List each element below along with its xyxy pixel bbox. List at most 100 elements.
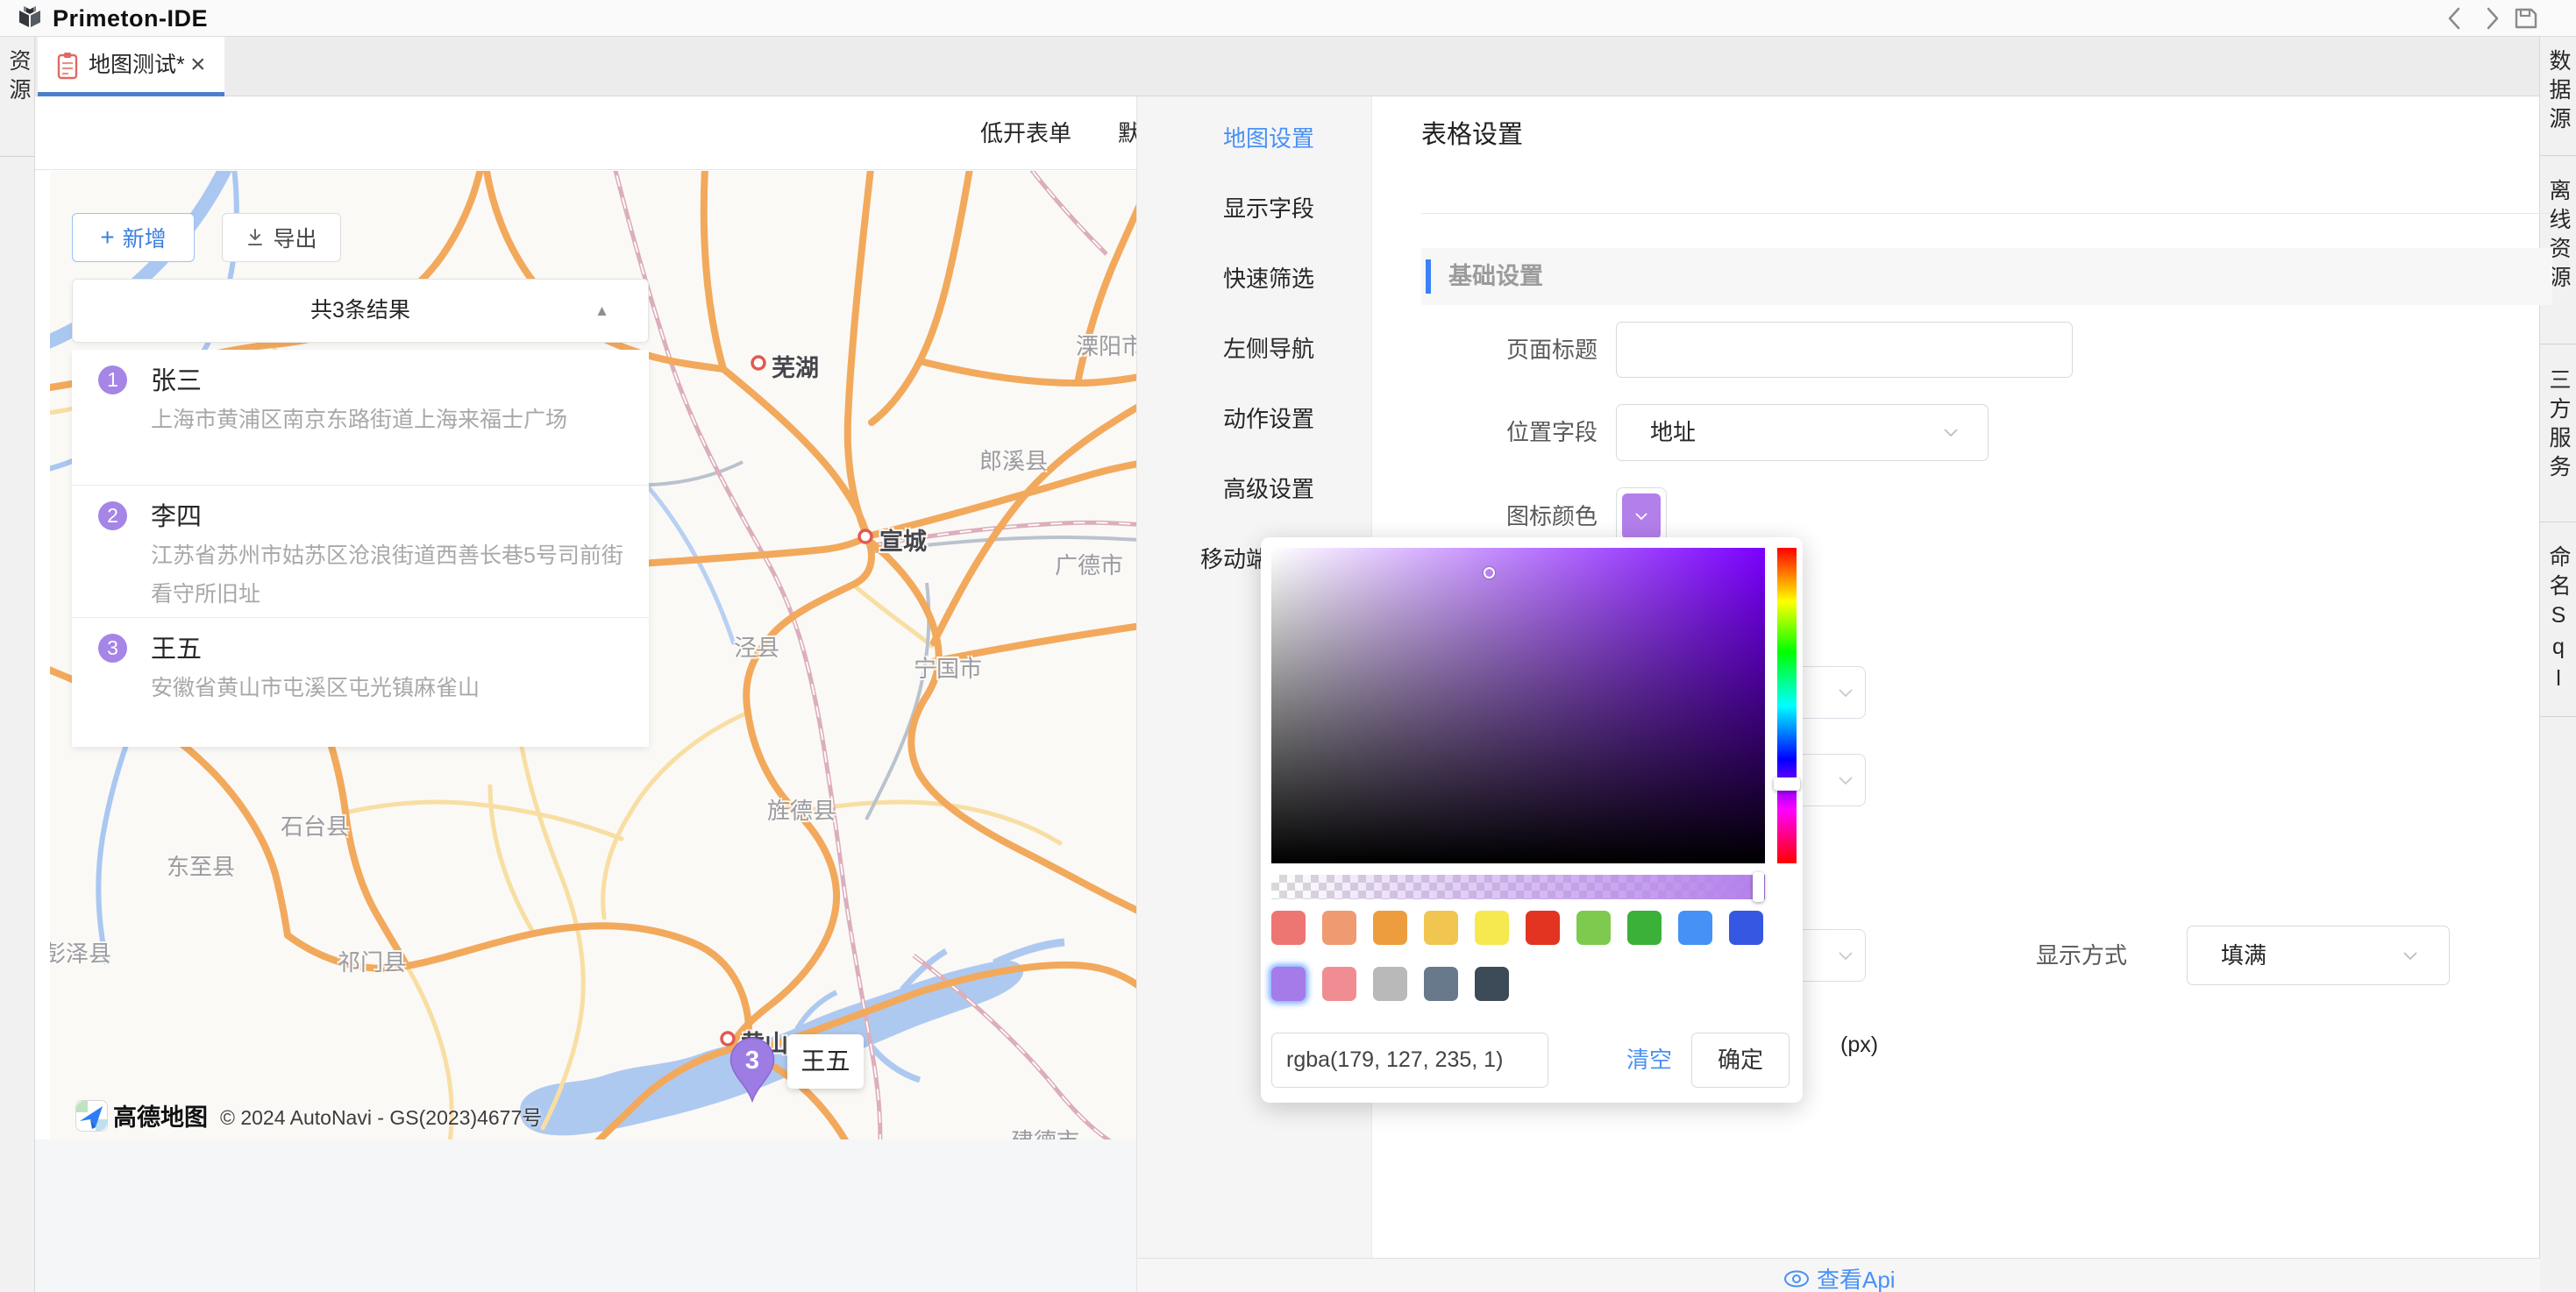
color-swatch[interactable] [1526, 911, 1560, 945]
ide-screen: Primeton-IDE 资源 数据源 离线资源 三方服务 命名Sql [0, 0, 2576, 1292]
divider [1421, 213, 2552, 214]
collapse-icon[interactable]: ▲ [594, 280, 609, 342]
settings-menu-actions[interactable]: 动作设置 [1137, 384, 1371, 454]
location-field-value: 地址 [1650, 405, 1696, 460]
sv-marker[interactable] [1484, 567, 1495, 579]
map-county-label: 东至县 [167, 849, 235, 882]
primeton-logo-icon [16, 4, 44, 37]
page-title-input[interactable] [1616, 322, 2073, 378]
page-background [35, 1139, 1136, 1292]
toolbar-item-default[interactable]: 默 [1118, 96, 1136, 170]
location-field-select[interactable]: 地址 [1616, 404, 1989, 461]
color-swatch[interactable] [1576, 911, 1611, 945]
list-item[interactable]: 1 张三 上海市黄浦区南京东路街道上海来福士广场 [72, 350, 649, 485]
sidebar-item-named-sql[interactable]: 命名Sql [2540, 545, 2576, 734]
item-index-badge: 1 [98, 366, 127, 394]
color-swatch[interactable] [1373, 911, 1407, 945]
item-name: 李四 [151, 496, 202, 533]
settings-menu-quick-filter[interactable]: 快速筛选 [1137, 244, 1371, 314]
section-title: 基础设置 [1448, 248, 1543, 305]
sidebar-item-datasource[interactable]: 数据源 [2540, 49, 2576, 189]
confirm-color-button[interactable]: 确定 [1691, 1033, 1790, 1088]
alpha-slider[interactable] [1271, 875, 1765, 899]
nav-back-button[interactable] [2439, 4, 2469, 32]
color-swatch[interactable] [1678, 911, 1712, 945]
color-swatch-selected[interactable] [1271, 967, 1306, 1001]
save-icon [2513, 5, 2539, 32]
rail-divider [2540, 155, 2576, 156]
settings-menu-left-nav[interactable]: 左侧导航 [1137, 314, 1371, 384]
map-county-label: 溧阳市 [1076, 329, 1136, 361]
nav-forward-button[interactable] [2478, 4, 2508, 32]
color-swatch[interactable] [1627, 911, 1662, 945]
document-icon [57, 52, 78, 84]
display-mode-value: 填满 [2221, 926, 2266, 984]
map-city-label: 宣城 [879, 522, 927, 557]
chevron-left-icon [2446, 6, 2462, 31]
chevron-down-icon [1635, 513, 1647, 521]
color-swatch[interactable] [1271, 911, 1306, 945]
results-summary: 共3条结果 [73, 280, 648, 342]
color-swatch[interactable] [1373, 967, 1407, 1001]
map-county-label: 彭泽县 [50, 936, 111, 969]
clear-color-button[interactable]: 清空 [1626, 1033, 1672, 1088]
export-button[interactable]: 导出 [222, 213, 341, 262]
left-rail: 资源 [0, 37, 35, 1292]
color-swatch[interactable] [1322, 967, 1356, 1001]
rgba-value-input[interactable] [1271, 1033, 1548, 1088]
settings-menu-map[interactable]: 地图设置 [1137, 103, 1371, 174]
hue-slider-handle[interactable] [1774, 777, 1800, 791]
results-summary-bar[interactable]: 共3条结果 ▲ [72, 279, 649, 343]
map-marker-number: 3 [726, 1047, 779, 1075]
rail-divider [2540, 716, 2576, 717]
toolbar-item-lowcode-form[interactable]: 低开表单 [980, 96, 1071, 170]
item-name: 王五 [151, 628, 202, 665]
section-accent-bar [1426, 259, 1431, 294]
preset-swatch-row [1271, 911, 1763, 945]
list-item[interactable]: 3 王五 安徽省黄山市屯溪区屯光镇麻雀山 [72, 617, 649, 747]
chevron-down-icon [2403, 952, 2417, 961]
list-item[interactable]: 2 李四 江苏省苏州市姑苏区沧浪街道西善长巷5号司前街看守所旧址 [72, 485, 649, 617]
sidebar-item-resources[interactable]: 资源 [0, 49, 34, 107]
preset-swatch-row [1271, 967, 1509, 1001]
map-brand: 高德地图 [113, 1098, 208, 1132]
map-county-label: 祁门县 [338, 945, 406, 977]
view-api-link[interactable]: 查看Api [1783, 1262, 1896, 1292]
map-copyright: © 2024 AutoNavi - GS(2023)4677号 [220, 1101, 542, 1131]
item-address: 江苏省苏州市姑苏区沧浪街道西善长巷5号司前街看守所旧址 [151, 536, 629, 614]
plus-icon: + [100, 224, 114, 252]
chevron-down-icon [1839, 689, 1853, 698]
color-swatch[interactable] [1424, 967, 1458, 1001]
map-city-label: 芜湖 [772, 349, 819, 383]
saturation-value-area[interactable] [1271, 548, 1765, 863]
map-county-label: 宁国市 [914, 651, 982, 684]
settings-menu-display-fields[interactable]: 显示字段 [1137, 174, 1371, 244]
color-swatch[interactable] [1322, 911, 1356, 945]
hue-slider[interactable] [1777, 548, 1797, 863]
map-county-label: 泾县 [734, 630, 779, 663]
display-mode-select[interactable]: 填满 [2187, 926, 2450, 985]
sidebar-item-third-party-services[interactable]: 三方服务 [2540, 368, 2576, 543]
map-county-label: 郎溪县 [979, 444, 1048, 476]
add-button[interactable]: + 新增 [72, 213, 195, 262]
location-field-label: 位置字段 [1372, 404, 1598, 461]
display-mode-label: 显示方式 [1952, 926, 2127, 985]
title-bar: Primeton-IDE [0, 0, 2576, 37]
alpha-slider-handle[interactable] [1753, 872, 1764, 902]
chevron-right-icon [2485, 6, 2501, 31]
save-button[interactable] [2511, 4, 2541, 32]
tab-label: 地图测试* [89, 37, 185, 94]
tab-close-icon[interactable]: × [190, 37, 206, 92]
color-swatch[interactable] [1424, 911, 1458, 945]
color-swatch[interactable] [1475, 967, 1509, 1001]
color-swatch[interactable] [1475, 911, 1509, 945]
page-title-label: 页面标题 [1372, 322, 1598, 378]
settings-menu-advanced[interactable]: 高级设置 [1137, 454, 1371, 524]
tab-map-test[interactable]: 地图测试* × [38, 37, 224, 96]
section-header: 基础设置 [1421, 248, 2552, 305]
color-swatch[interactable] [1729, 911, 1763, 945]
map-county-label: 石台县 [281, 809, 349, 841]
icon-color-swatch [1622, 493, 1661, 539]
eye-icon [1783, 1270, 1810, 1288]
map-county-label: 建德市 [1011, 1124, 1079, 1139]
